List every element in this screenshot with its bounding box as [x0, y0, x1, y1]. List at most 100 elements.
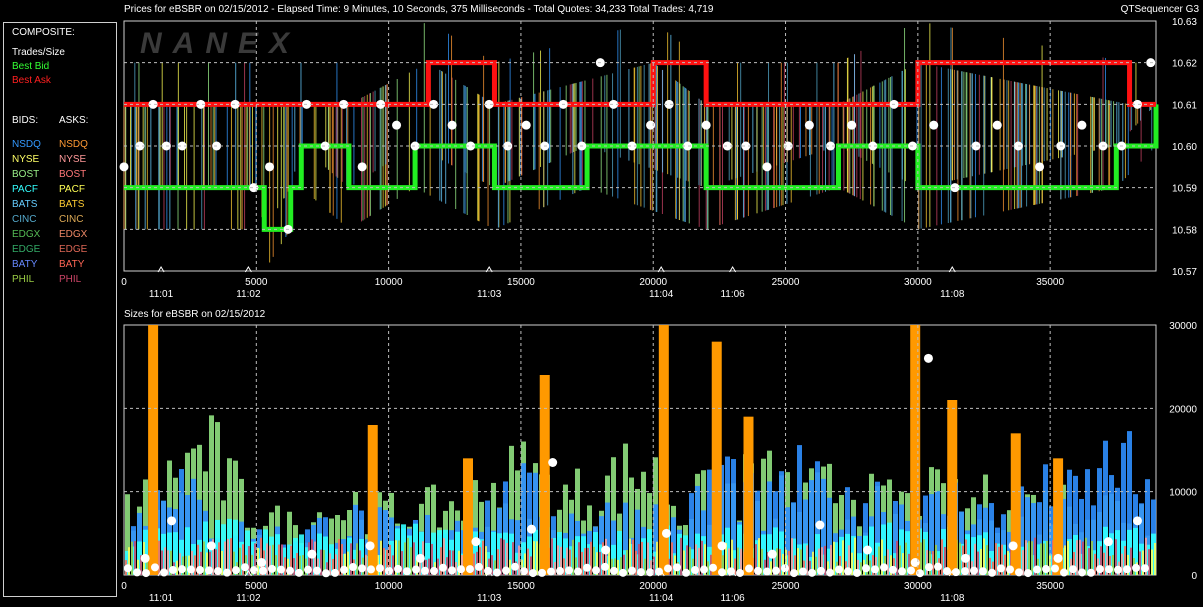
- trade-size-point: [799, 567, 807, 576]
- trade-size-point: [574, 567, 582, 576]
- trade-size-point: [772, 566, 780, 575]
- size-bar: [230, 538, 232, 575]
- trade-size-point: [1123, 565, 1131, 574]
- trade-point: [804, 120, 814, 130]
- trade-size-point: [979, 567, 987, 576]
- trade-size-point: [853, 568, 861, 577]
- price-chart-time-label: 11:08: [940, 289, 965, 300]
- trade-size-point: [340, 565, 348, 574]
- trade-size-point: [709, 563, 717, 572]
- trade-size-point: [421, 566, 429, 575]
- size-spike: [539, 375, 550, 575]
- size-chart-y-tick-label: 10000: [1169, 488, 1197, 499]
- trade-size-point: [889, 565, 897, 574]
- trade-size-point: [1060, 568, 1068, 577]
- trade-size-point: [304, 565, 312, 574]
- trade-size-point: [538, 568, 546, 577]
- size-bar: [1103, 552, 1105, 575]
- trade-size-point: [376, 564, 384, 573]
- trade-size-point: [565, 566, 573, 575]
- trade-size-point: [151, 563, 159, 572]
- trade-point: [119, 162, 129, 172]
- size-bar: [473, 553, 475, 575]
- trade-size-point: [934, 562, 942, 571]
- size-bar: [158, 540, 160, 575]
- price-chart-y-tick-label: 10.62: [1172, 59, 1197, 70]
- trade-size-point: [232, 566, 240, 575]
- trade-size-point: [502, 566, 510, 575]
- trade-size-point: [187, 565, 195, 574]
- trade-size-point: [259, 566, 267, 575]
- trade-size-point: [988, 568, 996, 577]
- trade-point: [521, 120, 531, 130]
- trade-size-point: [415, 553, 425, 563]
- trade-size-point: [457, 565, 465, 574]
- size-bar: [383, 548, 385, 575]
- trade-size-point: [763, 567, 771, 576]
- trade-point: [447, 120, 457, 130]
- trade-size-point: [1096, 565, 1104, 574]
- size-chart-x-tick-label: 0: [121, 581, 127, 592]
- trade-size-point: [880, 563, 888, 572]
- size-bar: [1112, 554, 1114, 575]
- trade-size-point: [1006, 565, 1014, 574]
- trade-size-point: [529, 569, 537, 578]
- trade-point: [847, 120, 857, 130]
- trade-size-point: [898, 567, 906, 576]
- trade-point: [265, 162, 275, 172]
- size-spike: [743, 416, 754, 575]
- size-bar: [185, 555, 187, 575]
- trade-point: [929, 120, 939, 130]
- size-bar: [275, 555, 277, 575]
- trade-size-point: [313, 566, 321, 575]
- trade-size-point: [241, 563, 249, 572]
- trade-size-point: [196, 565, 204, 574]
- trade-point: [992, 120, 1002, 130]
- trade-size-point: [960, 553, 970, 563]
- trade-size-point: [1132, 516, 1142, 526]
- trade-point: [646, 120, 656, 130]
- trade-size-point: [349, 563, 357, 572]
- size-bar: [995, 543, 997, 575]
- size-bar: [1154, 542, 1156, 575]
- price-chart-x-tick-label: 30000: [904, 277, 932, 288]
- size-bar: [929, 550, 931, 575]
- trade-point: [762, 162, 772, 172]
- trade-size-point: [448, 566, 456, 575]
- size-chart-x-tick-label: 5000: [245, 581, 268, 592]
- trade-size-point: [223, 568, 231, 577]
- trade-size-point: [206, 541, 216, 551]
- trade-size-point: [863, 545, 873, 555]
- trade-size-point: [682, 568, 690, 577]
- trade-size-point: [619, 568, 627, 577]
- trade-size-point: [601, 562, 609, 571]
- trade-size-point: [205, 566, 213, 575]
- trade-size-point: [601, 545, 611, 555]
- price-chart: NANEX 0 5000 10000 15000 20000 25000 30000 35000…: [119, 17, 1197, 300]
- price-chart-y-tick-label: 10.60: [1172, 142, 1197, 153]
- size-bar: [338, 538, 340, 575]
- trade-size-point: [1053, 553, 1063, 563]
- size-bar: [1031, 541, 1033, 575]
- size-bar: [356, 543, 358, 575]
- trade-size-point: [367, 565, 375, 574]
- trade-size-point: [583, 563, 591, 572]
- size-bar: [788, 550, 790, 575]
- trade-size-point: [628, 566, 636, 575]
- size-bar: [1151, 549, 1153, 575]
- size-bar: [926, 550, 928, 575]
- trade-size-point: [673, 563, 681, 572]
- trade-size-point: [997, 564, 1005, 573]
- trade-size-point: [736, 568, 744, 577]
- price-chart-x-tick-label: 0: [121, 277, 127, 288]
- size-bar: [590, 541, 592, 575]
- trade-size-point: [556, 566, 564, 575]
- trade-size-point: [790, 569, 798, 578]
- trade-size-point: [167, 516, 177, 526]
- trade-size-point: [754, 566, 762, 575]
- trade-size-point: [767, 549, 777, 559]
- size-chart-time-label: 11:01: [149, 593, 174, 604]
- trade-point: [1077, 120, 1087, 130]
- price-chart-y-tick-label: 10.57: [1172, 267, 1197, 278]
- trade-point: [357, 162, 367, 172]
